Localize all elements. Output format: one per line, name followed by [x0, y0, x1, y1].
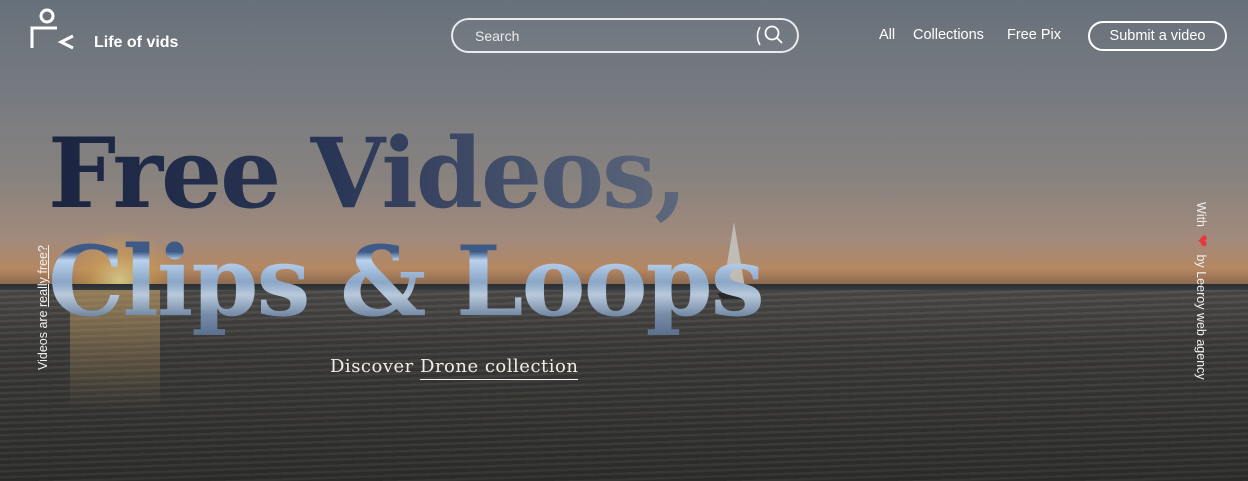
- submit-video-button[interactable]: Submit a video: [1088, 21, 1227, 51]
- credit-prefix: With: [1194, 202, 1208, 227]
- headline-line-1: Free Videos,: [48, 120, 763, 228]
- brand-name[interactable]: Life of vids: [94, 34, 178, 52]
- drone-collection-link[interactable]: Drone collection: [420, 356, 579, 380]
- headline-line-2: Clips & Loops: [48, 225, 765, 338]
- logo-icon[interactable]: [30, 6, 76, 50]
- nav-collections[interactable]: Collections: [913, 27, 984, 43]
- discover-cta: Discover Drone collection: [330, 356, 579, 380]
- free-notice: Videos are really free?: [36, 245, 50, 370]
- really-free-link[interactable]: really free?: [36, 245, 50, 307]
- search-icon: [756, 25, 783, 45]
- search-button[interactable]: [745, 20, 797, 51]
- free-notice-prefix: Videos are: [36, 306, 50, 370]
- leeroy-link[interactable]: by Leeroy web agency: [1194, 255, 1208, 380]
- nav-all[interactable]: All: [879, 27, 895, 43]
- nav-free-pix[interactable]: Free Pix: [1007, 27, 1061, 43]
- search-bar: [451, 18, 799, 53]
- hero-headline: Free Videos, Clips & Loops: [48, 120, 765, 338]
- heart-icon: ❤: [1193, 234, 1210, 248]
- credit-notice: With ❤ by Leeroy web agency: [1193, 202, 1211, 380]
- search-input[interactable]: [473, 26, 745, 45]
- discover-prefix: Discover: [330, 356, 414, 377]
